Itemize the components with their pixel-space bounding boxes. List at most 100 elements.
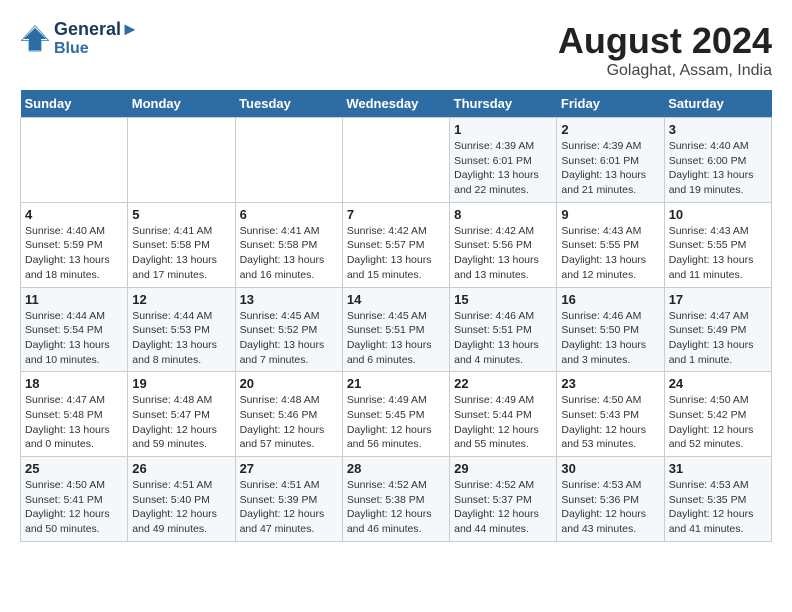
day-cell: 16Sunrise: 4:46 AM Sunset: 5:50 PM Dayli… — [557, 287, 664, 372]
logo: General►Blue — [20, 20, 139, 57]
day-info: Sunrise: 4:42 AM Sunset: 5:57 PM Dayligh… — [347, 224, 445, 283]
header-saturday: Saturday — [664, 90, 771, 118]
day-number: 23 — [561, 376, 659, 391]
day-cell: 27Sunrise: 4:51 AM Sunset: 5:39 PM Dayli… — [235, 457, 342, 542]
day-info: Sunrise: 4:47 AM Sunset: 5:49 PM Dayligh… — [669, 309, 767, 368]
day-number: 28 — [347, 461, 445, 476]
day-info: Sunrise: 4:50 AM Sunset: 5:43 PM Dayligh… — [561, 393, 659, 452]
day-cell: 31 Sunrise: 4:53 AM Sunset: 5:35 PM Dayli… — [664, 457, 771, 542]
day-cell: 28 Sunrise: 4:52 AM Sunset: 5:38 PM Dayli… — [342, 457, 449, 542]
day-cell: 19Sunrise: 4:48 AM Sunset: 5:47 PM Dayli… — [128, 372, 235, 457]
day-info: Sunrise: 4:53 AM Sunset: 5:36 PM Dayligh… — [561, 478, 659, 537]
day-info: Sunrise: 4:40 AM Sunset: 6:00 PM Dayligh… — [669, 139, 767, 198]
day-cell: 1 Sunrise: 4:39 AM Sunset: 6:01 PM Daylig… — [450, 118, 557, 203]
logo-text: General►Blue — [54, 20, 139, 57]
day-number: 5 — [132, 207, 230, 222]
day-cell: 13 Sunrise: 4:45 AM Sunset: 5:52 PM Dayli… — [235, 287, 342, 372]
day-cell — [21, 118, 128, 203]
day-info: Sunrise: 4:47 AM Sunset: 5:48 PM Dayligh… — [25, 393, 123, 452]
day-number: 9 — [561, 207, 659, 222]
day-number: 11 — [25, 292, 123, 307]
day-info: Sunrise: 4:40 AM Sunset: 5:59 PM Dayligh… — [25, 224, 123, 283]
day-cell: 6 Sunrise: 4:41 AM Sunset: 5:58 PM Daylig… — [235, 202, 342, 287]
day-info: Sunrise: 4:39 AM Sunset: 6:01 PM Dayligh… — [561, 139, 659, 198]
day-info: Sunrise: 4:50 AM Sunset: 5:41 PM Dayligh… — [25, 478, 123, 537]
day-info: Sunrise: 4:52 AM Sunset: 5:38 PM Dayligh… — [347, 478, 445, 537]
day-info: Sunrise: 4:45 AM Sunset: 5:52 PM Dayligh… — [240, 309, 338, 368]
day-cell: 15 Sunrise: 4:46 AM Sunset: 5:51 PM Dayli… — [450, 287, 557, 372]
day-info: Sunrise: 4:52 AM Sunset: 5:37 PM Dayligh… — [454, 478, 552, 537]
day-cell: 8 Sunrise: 4:42 AM Sunset: 5:56 PM Daylig… — [450, 202, 557, 287]
day-info: Sunrise: 4:50 AM Sunset: 5:42 PM Dayligh… — [669, 393, 767, 452]
day-number: 24 — [669, 376, 767, 391]
day-info: Sunrise: 4:49 AM Sunset: 5:44 PM Dayligh… — [454, 393, 552, 452]
day-info: Sunrise: 4:44 AM Sunset: 5:53 PM Dayligh… — [132, 309, 230, 368]
day-cell: 12Sunrise: 4:44 AM Sunset: 5:53 PM Dayli… — [128, 287, 235, 372]
logo-icon — [20, 24, 50, 54]
day-info: Sunrise: 4:42 AM Sunset: 5:56 PM Dayligh… — [454, 224, 552, 283]
header-friday: Friday — [557, 90, 664, 118]
day-number: 17 — [669, 292, 767, 307]
day-cell: 4 Sunrise: 4:40 AM Sunset: 5:59 PM Daylig… — [21, 202, 128, 287]
day-number: 30 — [561, 461, 659, 476]
day-number: 6 — [240, 207, 338, 222]
day-cell: 9Sunrise: 4:43 AM Sunset: 5:55 PM Daylig… — [557, 202, 664, 287]
day-info: Sunrise: 4:45 AM Sunset: 5:51 PM Dayligh… — [347, 309, 445, 368]
page-header: General►Blue August 2024 Golaghat, Assam… — [20, 20, 772, 80]
day-number: 22 — [454, 376, 552, 391]
day-info: Sunrise: 4:43 AM Sunset: 5:55 PM Dayligh… — [669, 224, 767, 283]
day-cell: 7 Sunrise: 4:42 AM Sunset: 5:57 PM Daylig… — [342, 202, 449, 287]
day-info: Sunrise: 4:39 AM Sunset: 6:01 PM Dayligh… — [454, 139, 552, 198]
header-thursday: Thursday — [450, 90, 557, 118]
day-number: 15 — [454, 292, 552, 307]
day-cell: 24 Sunrise: 4:50 AM Sunset: 5:42 PM Dayli… — [664, 372, 771, 457]
day-cell: 23 Sunrise: 4:50 AM Sunset: 5:43 PM Dayli… — [557, 372, 664, 457]
day-cell: 11Sunrise: 4:44 AM Sunset: 5:54 PM Dayli… — [21, 287, 128, 372]
day-number: 1 — [454, 122, 552, 137]
day-cell — [235, 118, 342, 203]
header-tuesday: Tuesday — [235, 90, 342, 118]
day-cell: 2 Sunrise: 4:39 AM Sunset: 6:01 PM Daylig… — [557, 118, 664, 203]
day-cell: 30 Sunrise: 4:53 AM Sunset: 5:36 PM Dayli… — [557, 457, 664, 542]
day-cell: 10Sunrise: 4:43 AM Sunset: 5:55 PM Dayli… — [664, 202, 771, 287]
day-cell — [128, 118, 235, 203]
day-info: Sunrise: 4:48 AM Sunset: 5:46 PM Dayligh… — [240, 393, 338, 452]
day-cell: 5Sunrise: 4:41 AM Sunset: 5:58 PM Daylig… — [128, 202, 235, 287]
day-number: 20 — [240, 376, 338, 391]
header-row: SundayMondayTuesdayWednesdayThursdayFrid… — [21, 90, 772, 118]
day-number: 14 — [347, 292, 445, 307]
day-number: 27 — [240, 461, 338, 476]
title-block: August 2024 Golaghat, Assam, India — [558, 20, 772, 80]
day-info: Sunrise: 4:41 AM Sunset: 5:58 PM Dayligh… — [240, 224, 338, 283]
day-number: 3 — [669, 122, 767, 137]
day-cell: 20 Sunrise: 4:48 AM Sunset: 5:46 PM Dayli… — [235, 372, 342, 457]
day-cell: 29 Sunrise: 4:52 AM Sunset: 5:37 PM Dayli… — [450, 457, 557, 542]
header-monday: Monday — [128, 90, 235, 118]
day-number: 26 — [132, 461, 230, 476]
day-cell: 3 Sunrise: 4:40 AM Sunset: 6:00 PM Daylig… — [664, 118, 771, 203]
day-info: Sunrise: 4:51 AM Sunset: 5:40 PM Dayligh… — [132, 478, 230, 537]
day-info: Sunrise: 4:53 AM Sunset: 5:35 PM Dayligh… — [669, 478, 767, 537]
day-cell: 26 Sunrise: 4:51 AM Sunset: 5:40 PM Dayli… — [128, 457, 235, 542]
day-number: 29 — [454, 461, 552, 476]
day-number: 21 — [347, 376, 445, 391]
day-number: 2 — [561, 122, 659, 137]
week-row-1: 1 Sunrise: 4:39 AM Sunset: 6:01 PM Daylig… — [21, 118, 772, 203]
week-row-2: 4 Sunrise: 4:40 AM Sunset: 5:59 PM Daylig… — [21, 202, 772, 287]
week-row-4: 18 Sunrise: 4:47 AM Sunset: 5:48 PM Dayli… — [21, 372, 772, 457]
day-number: 8 — [454, 207, 552, 222]
day-cell: 18 Sunrise: 4:47 AM Sunset: 5:48 PM Dayli… — [21, 372, 128, 457]
day-number: 31 — [669, 461, 767, 476]
calendar-table: SundayMondayTuesdayWednesdayThursdayFrid… — [20, 90, 772, 542]
day-info: Sunrise: 4:48 AM Sunset: 5:47 PM Dayligh… — [132, 393, 230, 452]
day-number: 13 — [240, 292, 338, 307]
day-number: 4 — [25, 207, 123, 222]
day-cell: 14 Sunrise: 4:45 AM Sunset: 5:51 PM Dayli… — [342, 287, 449, 372]
day-number: 18 — [25, 376, 123, 391]
day-info: Sunrise: 4:46 AM Sunset: 5:51 PM Dayligh… — [454, 309, 552, 368]
day-cell — [342, 118, 449, 203]
location: Golaghat, Assam, India — [558, 62, 772, 80]
day-cell: 17 Sunrise: 4:47 AM Sunset: 5:49 PM Dayli… — [664, 287, 771, 372]
day-cell: 25Sunrise: 4:50 AM Sunset: 5:41 PM Dayli… — [21, 457, 128, 542]
day-number: 7 — [347, 207, 445, 222]
